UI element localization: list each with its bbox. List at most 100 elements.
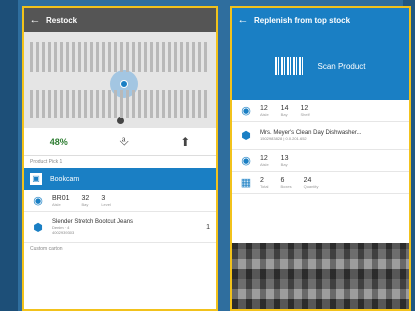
- shelf-line: [96, 42, 99, 72]
- target-location-icon: [117, 117, 124, 124]
- battery-percent: 48%: [49, 136, 68, 147]
- replenish-screen: ← Replenish from top stock Scan Product …: [230, 6, 411, 311]
- current-location-icon: [120, 80, 128, 88]
- shelf-line: [60, 90, 63, 118]
- shelf-line: [180, 42, 183, 72]
- scan-label: Scan Product: [317, 61, 366, 71]
- shelf-line: [174, 90, 177, 118]
- section-label: Product Pick 1: [30, 159, 63, 165]
- replenish-app-bar: ← Replenish from top stock: [232, 8, 409, 32]
- footer-label: Custom carton: [30, 246, 63, 252]
- selected-item-row[interactable]: ▣ Bookcam: [24, 168, 216, 190]
- location-field-label: Level: [101, 201, 111, 207]
- shelf-line: [162, 42, 165, 72]
- location-field: 12 Aisle: [260, 105, 269, 117]
- restock-app-bar: ← Restock: [24, 8, 216, 32]
- location-row[interactable]: ◉ BR01 Aisle 32 Bay 3 Level: [24, 190, 216, 212]
- shelf-line: [54, 90, 57, 118]
- shelf-line: [36, 90, 39, 118]
- shelf-line: [66, 90, 69, 118]
- location-pin-icon: ◉: [241, 155, 251, 167]
- shelf-line: [42, 90, 45, 118]
- pallet-field: 24 Quantity: [304, 177, 319, 189]
- pallet-field-value: 2: [260, 176, 264, 184]
- shelf-line: [138, 90, 141, 118]
- pallet-field: 2 Total: [260, 177, 268, 189]
- selected-item-label: Bookcam: [50, 175, 80, 183]
- pallet-field-value: 24: [303, 176, 312, 184]
- shelf-line: [150, 90, 153, 118]
- back-arrow-icon[interactable]: ←: [232, 14, 254, 26]
- shelf-line: [60, 42, 63, 72]
- shelf-line: [168, 42, 171, 72]
- shelf-line: [174, 42, 177, 72]
- product-code: 4002939303: [52, 230, 75, 235]
- location-row[interactable]: ◉ 12 Aisle 13 Bay: [232, 150, 409, 172]
- shelf-line: [102, 42, 105, 72]
- shelf-line: [186, 42, 189, 72]
- location-field-value: 32: [81, 194, 90, 202]
- location-field-value: 12: [260, 104, 268, 112]
- restock-screen: ← Restock 48% ⎀ ⬆ Product Pick 1 ▣ Bookc…: [22, 6, 218, 311]
- shelf-line: [114, 90, 117, 118]
- product-code: 1502983828 | 0.0.201.652: [260, 136, 307, 141]
- shelf-line: [120, 90, 123, 118]
- shelf-line: [78, 90, 81, 118]
- shelf-line: [84, 42, 87, 72]
- shelf-line: [108, 90, 111, 118]
- shelf-line: [66, 42, 69, 72]
- shelf-line: [108, 42, 111, 72]
- shelf-line: [90, 90, 93, 118]
- location-pin-icon: ◉: [241, 105, 251, 117]
- shelf-line: [162, 90, 165, 118]
- scan-product-button[interactable]: Scan Product: [232, 32, 409, 100]
- back-arrow-icon[interactable]: ←: [24, 14, 46, 26]
- shelf-line: [168, 90, 171, 118]
- location-field-value: BR01: [52, 194, 70, 202]
- location-field-label: Aisle: [260, 161, 269, 167]
- shelf-line: [150, 42, 153, 72]
- shelf-line: [192, 42, 195, 72]
- shelf-line: [30, 90, 33, 118]
- shelf-line: [186, 90, 189, 118]
- shelf-line: [114, 42, 117, 72]
- location-field: BR01 Aisle: [52, 195, 70, 207]
- shelf-line: [48, 42, 51, 72]
- box-icon: ▣: [30, 173, 42, 185]
- product-row[interactable]: ⬢ Slender Stretch Bootcut Jeans Denim · …: [24, 212, 216, 243]
- location-field-label: Bay: [280, 161, 288, 167]
- shelf-line: [204, 90, 207, 118]
- pallet-field: 6 Boxes: [280, 177, 291, 189]
- shelf-line: [78, 42, 81, 72]
- store-map[interactable]: [24, 32, 216, 128]
- location-field-value: 12: [260, 154, 268, 162]
- shelf-line: [138, 42, 141, 72]
- shelf-line: [90, 42, 93, 72]
- location-field-label: Bay: [280, 111, 288, 117]
- shelf-line: [156, 90, 159, 118]
- location-field-label: Aisle: [52, 201, 61, 207]
- stock-photo: [232, 243, 409, 309]
- pallet-row[interactable]: ▦ 2 Total 6 Boxes 24 Quantity: [232, 172, 409, 194]
- location-row[interactable]: ◉ 12 Aisle 14 Bay 12 Shelf: [232, 100, 409, 122]
- shelf-line: [42, 42, 45, 72]
- location-field: 14 Bay: [281, 105, 289, 117]
- shelf-line: [198, 90, 201, 118]
- shelf-line: [144, 90, 147, 118]
- product-qty: 1: [206, 223, 210, 231]
- product-row[interactable]: ⬢ Mrs. Meyer's Clean Day Dishwasher... 1…: [232, 122, 409, 150]
- shelf-line: [120, 42, 123, 72]
- map-actions: 48% ⎀ ⬆: [24, 128, 216, 156]
- location-field-label: Aisle: [260, 111, 269, 117]
- product-box-icon: ⬢: [241, 130, 251, 142]
- shelf-line: [30, 42, 33, 72]
- shelf-line: [126, 42, 129, 72]
- upload-icon[interactable]: ⬆: [180, 135, 190, 149]
- restock-title: Restock: [46, 15, 78, 25]
- location-field: 32 Bay: [82, 195, 90, 207]
- shelf-line: [84, 90, 87, 118]
- location-field-label: Bay: [81, 201, 89, 207]
- shelf-line: [144, 42, 147, 72]
- route-icon[interactable]: ⎀: [119, 134, 129, 149]
- pallet-field-label: Boxes: [280, 183, 292, 189]
